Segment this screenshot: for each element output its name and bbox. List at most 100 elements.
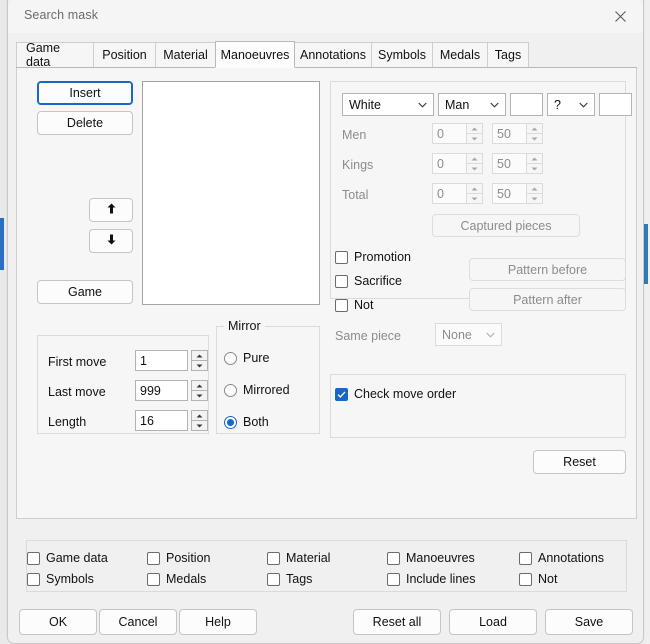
tab-material[interactable]: Material [155, 42, 216, 68]
first-move-input[interactable]: 1 [135, 350, 188, 371]
length-input[interactable]: 16 [135, 410, 188, 431]
scope-tags-label: Tags [286, 572, 313, 586]
background-accent-strip-right [644, 224, 648, 284]
kings-max-spin-down[interactable] [526, 164, 543, 174]
scope-not-checkbox[interactable]: Not [519, 572, 557, 586]
men-min-spin-down[interactable] [466, 134, 483, 144]
move-up-button[interactable] [89, 198, 133, 222]
kings-min-spin-up[interactable] [466, 153, 483, 164]
scope-include-lines-checkbox[interactable]: Include lines [387, 572, 476, 586]
insert-button[interactable]: Insert [37, 81, 133, 105]
men-min-input[interactable]: 0 [432, 123, 468, 144]
save-button[interactable]: Save [545, 609, 633, 635]
last-move-spin-down[interactable] [191, 391, 208, 401]
tab-game-data[interactable]: Game data [16, 41, 94, 69]
sacrifice-checkbox[interactable]: Sacrifice [335, 274, 402, 288]
square-field-2[interactable] [599, 93, 632, 116]
chevron-down-icon [479, 332, 501, 338]
radio-ring [224, 351, 237, 365]
total-max-spinner[interactable] [526, 183, 543, 204]
same-piece-select-value: None [442, 327, 472, 342]
kings-min-spinner[interactable] [466, 153, 483, 174]
not-checkbox-label: Not [354, 298, 374, 312]
checkbox-box [335, 250, 348, 264]
close-button[interactable] [597, 0, 643, 33]
square-field-1[interactable] [510, 93, 543, 116]
kings-max-spinner[interactable] [526, 153, 543, 174]
men-label: Men [342, 128, 367, 142]
first-move-spinner[interactable] [191, 350, 208, 371]
men-max-input[interactable]: 50 [492, 123, 528, 144]
last-move-spinner[interactable] [191, 380, 208, 401]
men-min-spin-up[interactable] [466, 123, 483, 134]
scope-not-label: Not [538, 572, 558, 586]
total-max-spin-down[interactable] [526, 194, 543, 204]
last-move-input[interactable]: 999 [135, 380, 188, 401]
scope-manoeuvres-checkbox[interactable]: Manoeuvres [387, 551, 475, 565]
ok-button[interactable]: OK [19, 609, 97, 635]
relation-select[interactable]: ? [547, 93, 595, 116]
promotion-checkbox[interactable]: Promotion [335, 250, 411, 264]
piece-type-select[interactable]: Man [438, 93, 506, 116]
kings-max-spin-up[interactable] [526, 153, 543, 164]
help-button[interactable]: Help [179, 609, 257, 635]
scope-tags-checkbox[interactable]: Tags [267, 572, 312, 586]
check-move-order-checkbox[interactable]: Check move order [335, 387, 456, 401]
move-down-button[interactable] [89, 229, 133, 253]
reset-all-button[interactable]: Reset all [353, 609, 441, 635]
same-piece-select[interactable]: None [435, 323, 502, 346]
scope-annotations-checkbox[interactable]: Annotations [519, 551, 604, 565]
men-max-spin-down[interactable] [526, 134, 543, 144]
scope-medals-checkbox[interactable]: Medals [147, 572, 206, 586]
manoeuvre-list[interactable] [142, 81, 320, 305]
pattern-after-button[interactable]: Pattern after [469, 288, 626, 311]
length-spin-down[interactable] [191, 421, 208, 431]
men-max-spinner[interactable] [526, 123, 543, 144]
first-move-spin-down[interactable] [191, 361, 208, 371]
scope-symbols-checkbox[interactable]: Symbols [27, 572, 94, 586]
not-checkbox[interactable]: Not [335, 298, 373, 312]
total-max-spin-up[interactable] [526, 183, 543, 194]
men-max-spin-up[interactable] [526, 123, 543, 134]
game-button[interactable]: Game [37, 280, 133, 304]
total-label: Total [342, 188, 369, 202]
length-spin-up[interactable] [191, 410, 208, 421]
checkbox-box [519, 572, 532, 586]
tab-tags[interactable]: Tags [487, 42, 529, 68]
delete-button[interactable]: Delete [37, 111, 133, 135]
reset-button[interactable]: Reset [533, 450, 626, 474]
kings-min-input[interactable]: 0 [432, 153, 468, 174]
tab-medals[interactable]: Medals [432, 42, 488, 68]
scope-material-checkbox[interactable]: Material [267, 551, 330, 565]
search-mask-dialog: Search mask Game data Position Material Man… [7, 0, 644, 644]
tab-symbols[interactable]: Symbols [371, 42, 433, 68]
pattern-before-button[interactable]: Pattern before [469, 258, 626, 281]
length-spinner[interactable] [191, 410, 208, 431]
window-title: Search mask [24, 8, 99, 22]
scope-game-data-checkbox[interactable]: Game data [27, 551, 108, 565]
kings-max-input[interactable]: 50 [492, 153, 528, 174]
mirror-option-pure[interactable]: Pure [224, 351, 269, 365]
promotion-checkbox-label: Promotion [354, 250, 411, 264]
total-min-spin-up[interactable] [466, 183, 483, 194]
load-button[interactable]: Load [449, 609, 537, 635]
color-select[interactable]: White [342, 93, 434, 116]
total-min-spinner[interactable] [466, 183, 483, 204]
first-move-spin-up[interactable] [191, 350, 208, 361]
captured-pieces-button[interactable]: Captured pieces [432, 214, 580, 237]
total-min-input[interactable]: 0 [432, 183, 468, 204]
mirror-option-mirrored[interactable]: Mirrored [224, 383, 290, 397]
scope-annotations-label: Annotations [538, 551, 605, 565]
men-min-spinner[interactable] [466, 123, 483, 144]
scope-position-checkbox[interactable]: Position [147, 551, 210, 565]
cancel-button[interactable]: Cancel [99, 609, 177, 635]
mirror-option-both[interactable]: Both [224, 415, 269, 429]
last-move-spin-up[interactable] [191, 380, 208, 391]
check-move-order-label: Check move order [354, 387, 457, 401]
total-max-input[interactable]: 50 [492, 183, 528, 204]
tab-annotations[interactable]: Annotations [294, 42, 372, 68]
kings-min-spin-down[interactable] [466, 164, 483, 174]
tab-position[interactable]: Position [93, 42, 156, 68]
total-min-spin-down[interactable] [466, 194, 483, 204]
tab-manoeuvres[interactable]: Manoeuvres [215, 41, 295, 68]
